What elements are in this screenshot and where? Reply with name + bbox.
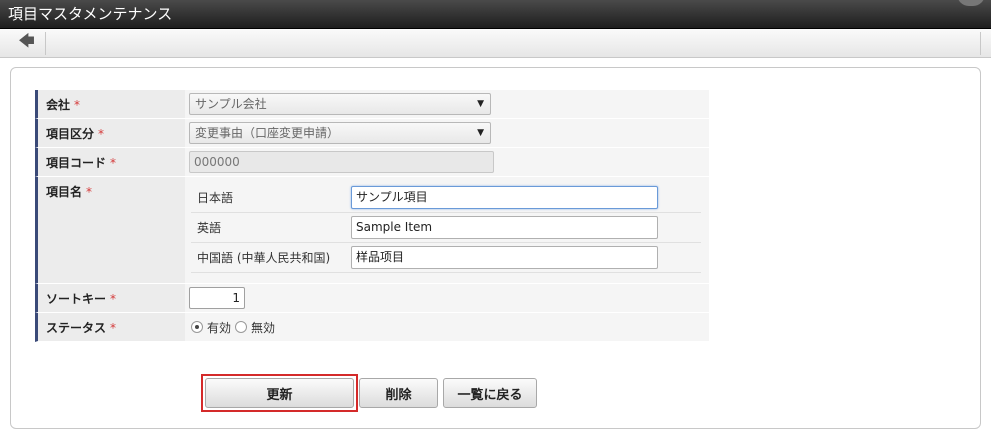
status-inactive-radio[interactable] [235,321,248,333]
row-company: 会社 * サンプル会社 ▼ [35,90,709,119]
delete-button[interactable]: 削除 [359,378,438,408]
required-mark: * [110,156,117,170]
update-button[interactable]: 更新 [205,378,354,408]
language-row: 日本語 サンプル項目 [191,183,701,213]
code-value-cell: 000000 [185,148,709,177]
language-row: 英語 Sample Item [191,212,701,243]
code-label-text: 項目コード [46,156,107,170]
company-value-cell: サンプル会社 ▼ [185,90,709,119]
name-value-cell: 日本語 サンプル項目 英語 Sample Item 中国語 (中華人民共和国) … [185,177,709,284]
row-code: 項目コード * 000000 [35,148,709,177]
required-mark: * [74,98,81,112]
required-mark: * [110,292,117,306]
status-active-radio[interactable] [191,321,203,333]
sort-key-label-text: ソートキー [46,292,107,306]
language-value-cell: 样品项目 [351,242,701,273]
name-zh-input[interactable]: 样品项目 [351,246,658,269]
language-table: 日本語 サンプル項目 英語 Sample Item 中国語 (中華人民共和国) … [191,183,701,273]
status-inactive-label[interactable]: 無効 [251,319,275,336]
row-name: 項目名 * 日本語 サンプル項目 英語 Sample Item 中国語 (中華人民… [35,177,709,284]
toolbar: 🡄 [0,29,991,58]
status-value-cell: 有効 無効 [185,313,709,342]
back-button[interactable]: 🡄 [8,31,46,55]
required-mark: * [86,185,93,199]
language-value-cell: Sample Item [351,212,701,243]
language-value-cell: サンプル項目 [351,183,701,213]
form-table: 会社 * サンプル会社 ▼ 項目区分 * 変更事由（口座変更申請） ▼ 項目コー… [35,90,709,342]
row-category: 項目区分 * 変更事由（口座変更申請） ▼ [35,119,709,148]
code-field: 000000 [189,151,494,173]
language-label: 日本語 [191,183,351,213]
company-label-text: 会社 [46,98,71,112]
dropdown-caret-icon: ▼ [477,99,484,109]
page-title: 項目マスタメンテナンス [8,5,173,23]
status-label-text: ステータス [46,321,107,335]
window-title-bar: 項目マスタメンテナンス [0,0,991,29]
back-to-list-button[interactable]: 一覧に戻る [443,378,537,408]
row-sort-key: ソートキー * 1 [35,284,709,313]
row-status: ステータス * 有効 無効 [35,313,709,342]
required-mark: * [98,127,105,141]
category-value-cell: 変更事由（口座変更申請） ▼ [185,119,709,148]
sort-key-input[interactable]: 1 [189,287,245,309]
category-select-value: 変更事由（口座変更申請） [195,126,340,140]
language-label: 中国語 (中華人民共和国) [191,242,351,273]
window-corner [957,0,985,6]
left-arrow-icon: 🡄 [18,31,35,50]
status-active-label[interactable]: 有効 [207,319,231,336]
company-label: 会社 * [35,90,185,119]
name-label-text: 項目名 [46,185,83,199]
language-label: 英語 [191,212,351,243]
required-mark: * [110,321,117,335]
sort-key-value-cell: 1 [185,284,709,313]
company-select[interactable]: サンプル会社 ▼ [189,93,491,115]
sort-key-label: ソートキー * [35,284,185,313]
form-panel: 会社 * サンプル会社 ▼ 項目区分 * 変更事由（口座変更申請） ▼ 項目コー… [10,67,981,429]
toolbar-divider [980,32,981,55]
status-radio-group: 有効 無効 [189,316,709,338]
category-label-text: 項目区分 [46,127,95,141]
status-label: ステータス * [35,313,185,342]
category-select[interactable]: 変更事由（口座変更申請） ▼ [189,122,491,144]
dropdown-caret-icon: ▼ [477,128,484,138]
language-row: 中国語 (中華人民共和国) 样品项目 [191,242,701,273]
company-select-value: サンプル会社 [195,97,267,111]
code-label: 項目コード * [35,148,185,177]
name-ja-input[interactable]: サンプル項目 [351,186,658,209]
category-label: 項目区分 * [35,119,185,148]
name-label: 項目名 * [35,177,185,284]
name-en-input[interactable]: Sample Item [351,216,658,239]
